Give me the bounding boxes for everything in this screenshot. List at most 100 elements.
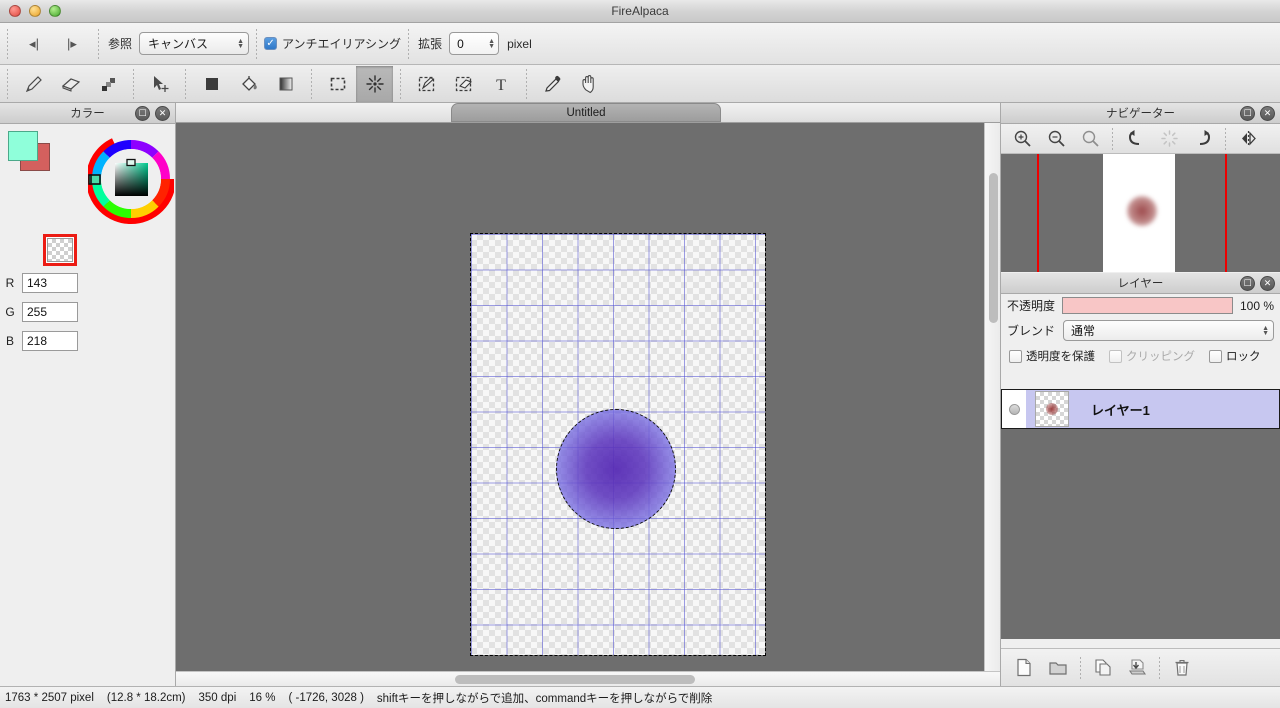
toolbar-drag-dots: [7, 68, 8, 99]
canvas-horizontal-scrollbar[interactable]: [176, 671, 1000, 686]
reference-label: 参照: [108, 37, 133, 51]
horizontal-scroll-thumb[interactable]: [455, 675, 695, 684]
layer-thumbnail-content: [1046, 403, 1058, 415]
layer-thumbnail: [1035, 391, 1069, 427]
canvas-vertical-scrollbar[interactable]: [984, 123, 1000, 671]
expand-stepper[interactable]: 0 ▲ ▼: [449, 32, 500, 55]
green-channel-input[interactable]: 255: [22, 302, 78, 322]
navigator-blob-preview: [1127, 196, 1157, 226]
flip-horizontal-icon[interactable]: [1231, 125, 1265, 153]
reference-value: キャンバス: [148, 37, 209, 51]
close-icon[interactable]: ✕: [1260, 106, 1275, 121]
bucket-tool[interactable]: [230, 66, 267, 102]
rotate-right-icon[interactable]: [1186, 125, 1220, 153]
merge-down-button[interactable]: [1120, 653, 1154, 683]
magic-wand-tool[interactable]: [356, 65, 393, 102]
selected-blob-shape[interactable]: [556, 409, 676, 529]
document-tab-untitled[interactable]: Untitled: [451, 103, 721, 122]
layer-visibility-toggle[interactable]: [1002, 390, 1026, 428]
duplicate-layer-button[interactable]: [1086, 653, 1120, 683]
close-icon[interactable]: ✕: [1260, 276, 1275, 291]
red-channel-input[interactable]: 143: [22, 273, 78, 293]
layer-toolbar: [1001, 648, 1280, 686]
status-zoom: 16 %: [249, 691, 276, 704]
foreground-color-swatch[interactable]: [8, 131, 38, 161]
checkbox-icon: [1009, 349, 1022, 363]
rotate-left-icon[interactable]: [1118, 125, 1152, 153]
canvas-viewport[interactable]: [176, 123, 984, 671]
zoom-in-icon[interactable]: [1005, 125, 1039, 153]
blue-channel-input[interactable]: 218: [22, 331, 78, 351]
layer-header-buttons: ☐ ✕: [1240, 276, 1275, 291]
select-eraser-tool[interactable]: [445, 66, 482, 102]
collapse-icon[interactable]: ☐: [1240, 276, 1255, 291]
status-dpi: 350 dpi: [198, 691, 237, 704]
status-physical-size: (12.8 * 18.2cm): [106, 691, 186, 704]
select-pen-tool[interactable]: [408, 66, 445, 102]
rotate-reset-icon[interactable]: [1152, 125, 1186, 153]
color-swatches: [8, 131, 52, 171]
opacity-row: 不透明度 100 %: [1001, 294, 1280, 317]
fill-shape-tool[interactable]: [193, 66, 230, 102]
layer-flags-row: 透明度を保護 クリッピング ロック: [1001, 344, 1280, 370]
navigator-toolbar: [1001, 124, 1280, 154]
color-wheel[interactable]: [86, 129, 176, 239]
stepper-arrows-icon[interactable]: ▲ ▼: [488, 38, 495, 50]
select-rect-tool[interactable]: [319, 66, 356, 102]
chevron-updown-icon: ▲ ▼: [237, 37, 245, 50]
protect-alpha-checkbox[interactable]: 透明度を保護: [1001, 344, 1101, 370]
green-channel-label: G: [5, 305, 15, 319]
navigator-header-buttons: ☐ ✕: [1240, 106, 1275, 121]
pencil-tool[interactable]: [15, 66, 52, 102]
move-tool[interactable]: [141, 66, 178, 102]
zoom-out-icon[interactable]: [1039, 125, 1073, 153]
vertical-scroll-thumb[interactable]: [989, 173, 998, 323]
navigator-guide-line-left: [1037, 154, 1039, 272]
canvas-paper[interactable]: [470, 233, 766, 656]
navigator-panel-title: ナビゲーター: [1106, 108, 1175, 120]
layer-panel: レイヤー ☐ ✕ 不透明度 100 % ブレンド 通常 ▲ ▼ 透明度を保護 ク…: [1000, 273, 1280, 686]
text-tool[interactable]: T: [482, 66, 519, 102]
eraser-tool[interactable]: [52, 66, 89, 102]
new-layer-button[interactable]: [1007, 653, 1041, 683]
navigator-separator-1: [1112, 127, 1113, 150]
expand-value: 0: [457, 36, 464, 51]
chevron-updown-icon: ▲ ▼: [1262, 324, 1269, 337]
collapse-icon[interactable]: ☐: [1240, 106, 1255, 121]
blue-channel-row: B 218: [4, 331, 78, 351]
red-channel-row: R 143: [4, 273, 78, 293]
opacity-slider[interactable]: [1062, 297, 1233, 314]
transparent-color-swatch[interactable]: [43, 234, 77, 266]
lock-checkbox[interactable]: ロック: [1201, 344, 1267, 370]
layer-list[interactable]: レイヤー1: [1001, 389, 1280, 639]
collapse-icon[interactable]: ☐: [135, 106, 150, 121]
zoom-reset-icon[interactable]: [1073, 125, 1107, 153]
new-folder-button[interactable]: [1041, 653, 1075, 683]
hand-tool[interactable]: [571, 66, 608, 102]
gradient-tool[interactable]: [267, 66, 304, 102]
prev-tool-button[interactable]: ◂|: [15, 32, 53, 56]
antialias-checkbox[interactable]: ✓ アンチエイリアシング: [264, 35, 401, 52]
navigator-panel-header: ナビゲーター ☐ ✕: [1001, 103, 1280, 124]
close-icon[interactable]: ✕: [155, 106, 170, 121]
clipping-checkbox: クリッピング: [1101, 344, 1201, 370]
color-panel-header: カラー ☐ ✕: [0, 103, 175, 124]
pixel-brush-tool[interactable]: [89, 66, 126, 102]
blend-mode-value: 通常: [1071, 324, 1096, 338]
blend-row: ブレンド 通常 ▲ ▼: [1001, 317, 1280, 344]
delete-layer-button[interactable]: [1165, 653, 1199, 683]
blend-mode-select[interactable]: 通常 ▲ ▼: [1063, 320, 1274, 341]
navigator-panel: ナビゲーター ☐ ✕: [1000, 103, 1280, 273]
next-tool-button[interactable]: |▸: [53, 32, 91, 56]
navigator-preview[interactable]: [1001, 154, 1280, 272]
expand-unit-label: pixel: [507, 36, 532, 51]
layer-panel-title: レイヤー: [1117, 278, 1164, 290]
reference-select[interactable]: キャンバス ▲ ▼: [139, 32, 250, 55]
table-row[interactable]: レイヤー1: [1001, 389, 1280, 429]
navigator-separator-2: [1225, 127, 1226, 150]
color-panel-header-buttons: ☐ ✕: [135, 106, 170, 121]
layer-name[interactable]: レイヤー1: [1078, 400, 1150, 419]
eyedropper-tool[interactable]: [534, 66, 571, 102]
separator-dots-7: [400, 68, 401, 99]
clipping-label: クリッピング: [1126, 351, 1195, 363]
